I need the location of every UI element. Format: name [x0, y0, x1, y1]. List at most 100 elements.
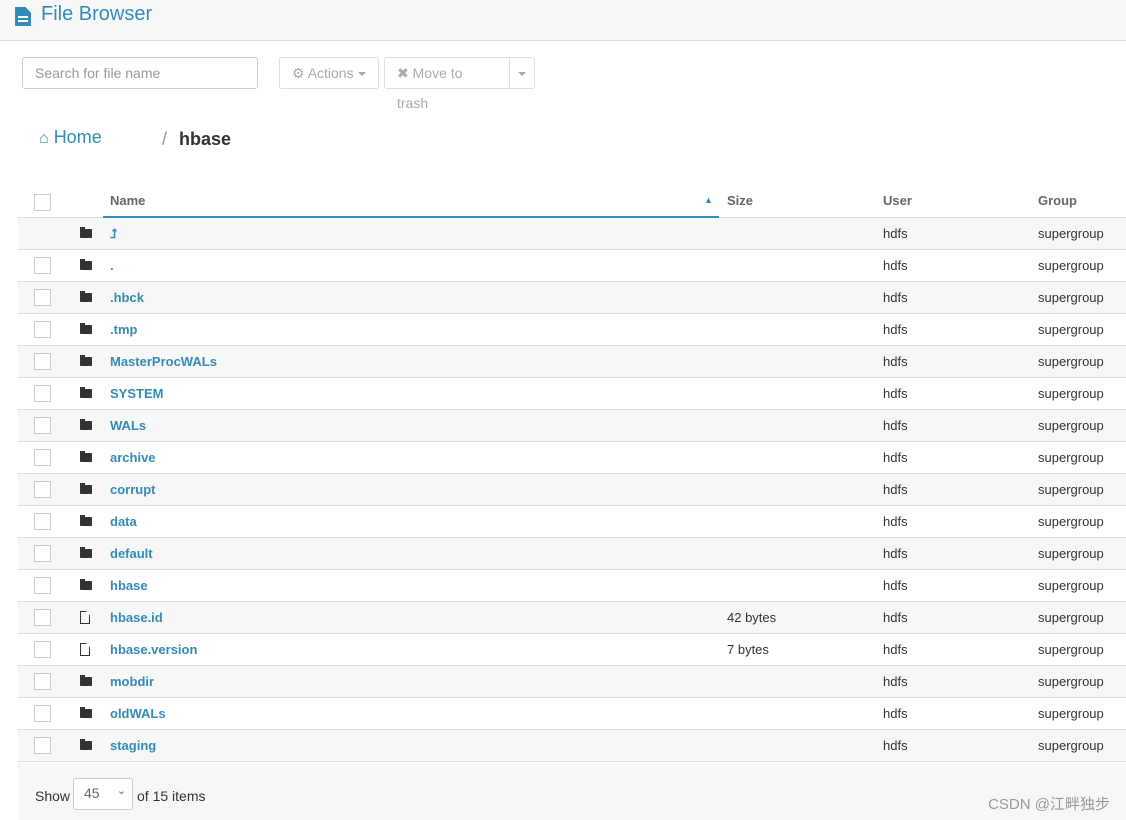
folder-icon	[80, 451, 92, 462]
row-checkbox[interactable]	[34, 385, 51, 402]
table-row[interactable]: hbase.id 42 bytes hdfs supergroup	[18, 602, 1126, 634]
table-row[interactable]: staging hdfs supergroup	[18, 730, 1126, 762]
file-user: hdfs	[883, 290, 908, 305]
row-checkbox[interactable]	[34, 737, 51, 754]
table-row[interactable]: hbase.version 7 bytes hdfs supergroup	[18, 634, 1126, 666]
file-name-link[interactable]: SYSTEM	[110, 386, 163, 401]
header-size[interactable]: Size	[727, 193, 753, 208]
file-table: Name ▲ Size User Group ⮥ hdfs supergroup. h…	[18, 185, 1126, 762]
file-name-link[interactable]: archive	[110, 450, 156, 465]
file-name-link[interactable]: mobdir	[110, 674, 154, 689]
actions-button[interactable]: ⚙ Actions	[279, 57, 379, 89]
sort-icon[interactable]: ▲	[704, 195, 713, 205]
file-user: hdfs	[883, 514, 908, 529]
file-group: supergroup	[1038, 578, 1104, 593]
file-icon	[15, 7, 31, 26]
table-row[interactable]: SYSTEM hdfs supergroup	[18, 378, 1126, 410]
file-group: supergroup	[1038, 738, 1104, 753]
folder-icon	[80, 387, 92, 398]
app-title: File Browser	[41, 3, 153, 25]
file-name-link[interactable]: staging	[110, 738, 156, 753]
file-name-link[interactable]: hbase.version	[110, 642, 197, 657]
row-checkbox[interactable]	[34, 705, 51, 722]
file-size: 7 bytes	[727, 642, 769, 657]
table-row[interactable]: oldWALs hdfs supergroup	[18, 698, 1126, 730]
row-checkbox[interactable]	[34, 577, 51, 594]
folder-icon	[80, 291, 92, 302]
row-checkbox[interactable]	[34, 257, 51, 274]
row-checkbox[interactable]	[34, 513, 51, 530]
file-name-link[interactable]: MasterProcWALs	[110, 354, 217, 369]
file-user: hdfs	[883, 322, 908, 337]
file-user: hdfs	[883, 738, 908, 753]
file-group: supergroup	[1038, 226, 1104, 241]
folder-icon	[80, 483, 92, 494]
file-group: supergroup	[1038, 418, 1104, 433]
header-name[interactable]: Name	[110, 193, 145, 208]
folder-icon	[80, 707, 92, 718]
page-size-select[interactable]: 45 ⌄	[73, 778, 133, 810]
caret-down-icon	[357, 72, 366, 77]
table-row[interactable]: hbase hdfs supergroup	[18, 570, 1126, 602]
file-name-link[interactable]: oldWALs	[110, 706, 166, 721]
trash-dropdown-button[interactable]	[509, 57, 535, 89]
parent-directory-link[interactable]: ⮥	[110, 226, 118, 242]
table-row[interactable]: archive hdfs supergroup	[18, 442, 1126, 474]
file-icon	[80, 611, 90, 624]
show-label: Show	[35, 788, 71, 804]
file-user: hdfs	[883, 546, 908, 561]
table-row[interactable]: MasterProcWALs hdfs supergroup	[18, 346, 1126, 378]
table-row[interactable]: WALs hdfs supergroup	[18, 410, 1126, 442]
top-bar: File Browser	[0, 0, 1126, 41]
table-row[interactable]: ⮥ hdfs supergroup	[18, 218, 1126, 250]
header-user[interactable]: User	[883, 193, 912, 208]
table-row[interactable]: . hdfs supergroup	[18, 250, 1126, 282]
row-checkbox[interactable]	[34, 481, 51, 498]
caret-down-icon	[518, 72, 526, 77]
header-group[interactable]: Group	[1038, 193, 1077, 208]
row-checkbox[interactable]	[34, 609, 51, 626]
folder-icon	[80, 227, 92, 238]
file-name-link[interactable]: .hbck	[110, 290, 144, 305]
file-user: hdfs	[883, 258, 908, 273]
folder-icon	[80, 259, 92, 270]
file-name-link[interactable]: data	[110, 514, 137, 529]
row-checkbox[interactable]	[34, 289, 51, 306]
file-name-link[interactable]: WALs	[110, 418, 146, 433]
breadcrumb-home[interactable]: ⌂ Home	[39, 127, 102, 148]
folder-icon	[80, 675, 92, 686]
folder-icon	[80, 419, 92, 430]
table-row[interactable]: default hdfs supergroup	[18, 538, 1126, 570]
search-input[interactable]	[22, 57, 258, 89]
move-to-trash-button[interactable]: ✖ Move to trash	[384, 57, 510, 111]
folder-icon	[80, 515, 92, 526]
row-checkbox[interactable]	[34, 417, 51, 434]
file-name-link[interactable]: hbase.id	[110, 610, 163, 625]
row-checkbox[interactable]	[34, 353, 51, 370]
file-group: supergroup	[1038, 482, 1104, 497]
chevron-down-icon: ⌄	[116, 785, 126, 797]
file-group: supergroup	[1038, 674, 1104, 689]
pagination-footer: Show 45 ⌄ of 15 items	[18, 763, 1126, 820]
name-column-header[interactable]	[103, 185, 719, 218]
row-checkbox[interactable]	[34, 641, 51, 658]
row-checkbox[interactable]	[34, 545, 51, 562]
table-row[interactable]: .tmp hdfs supergroup	[18, 314, 1126, 346]
table-row[interactable]: .hbck hdfs supergroup	[18, 282, 1126, 314]
file-user: hdfs	[883, 418, 908, 433]
file-name-link[interactable]: .	[110, 258, 114, 273]
file-name-link[interactable]: .tmp	[110, 322, 137, 337]
file-name-link[interactable]: corrupt	[110, 482, 156, 497]
file-name-link[interactable]: hbase	[110, 578, 148, 593]
select-all-checkbox[interactable]	[34, 194, 51, 211]
table-row[interactable]: corrupt hdfs supergroup	[18, 474, 1126, 506]
table-row[interactable]: mobdir hdfs supergroup	[18, 666, 1126, 698]
table-row[interactable]: data hdfs supergroup	[18, 506, 1126, 538]
row-checkbox[interactable]	[34, 321, 51, 338]
breadcrumb-separator: /	[162, 129, 168, 149]
row-checkbox[interactable]	[34, 449, 51, 466]
folder-icon	[80, 355, 92, 366]
row-checkbox[interactable]	[34, 673, 51, 690]
file-user: hdfs	[883, 674, 908, 689]
file-name-link[interactable]: default	[110, 546, 153, 561]
